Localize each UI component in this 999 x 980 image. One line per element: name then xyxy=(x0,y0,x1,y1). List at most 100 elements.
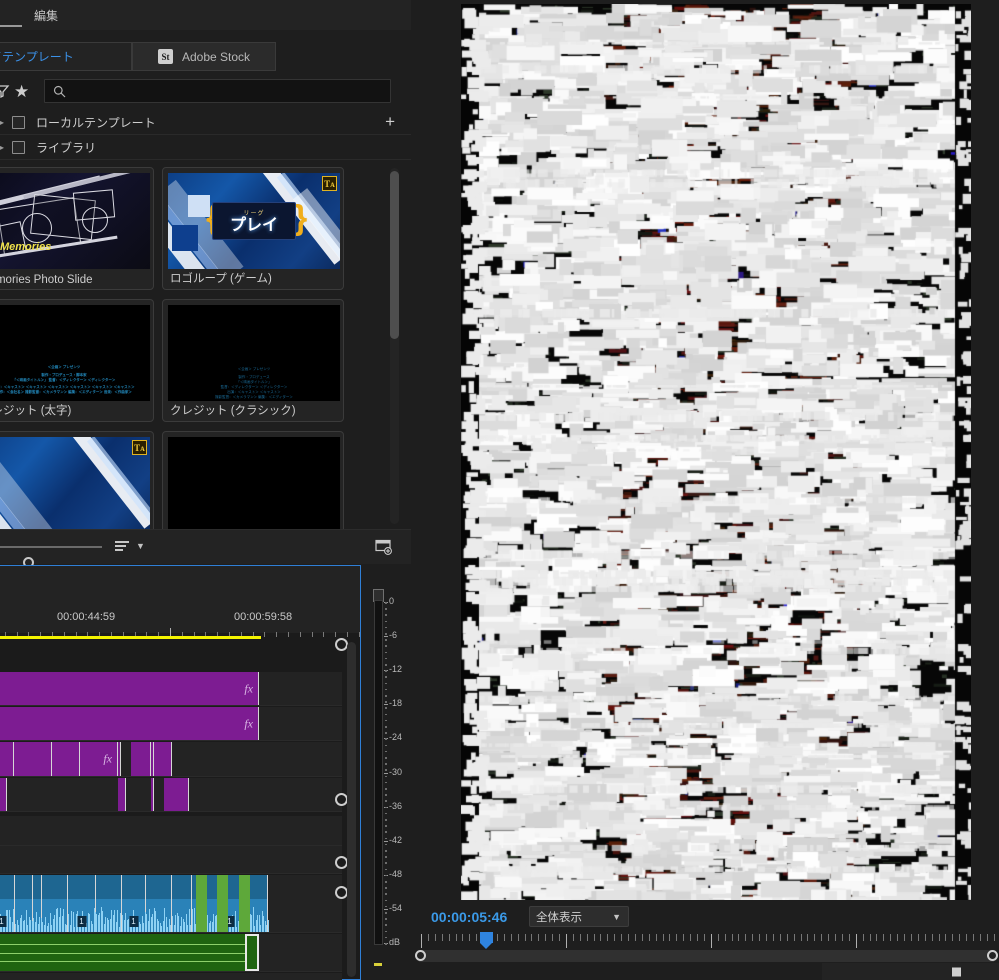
template-thumbnail: ＜企画＞ プレゼンツ 製作・プロデュース・脚本家 「＜映画タイトル＞」 監督：＜… xyxy=(0,305,150,401)
time-ruler-tick xyxy=(545,934,546,941)
program-monitor-time-ruler[interactable] xyxy=(419,932,994,950)
timeline-clip[interactable] xyxy=(0,778,7,811)
timeline-track[interactable]: 1111 xyxy=(0,875,342,933)
audio-meter-label: -24 xyxy=(389,732,402,742)
timeline-audio-clip[interactable] xyxy=(33,875,42,932)
timeline-work-area-bar[interactable] xyxy=(0,636,261,639)
timeline-audio-clip[interactable] xyxy=(0,934,245,971)
timeline-clip[interactable] xyxy=(0,742,14,776)
timeline-audio-clip[interactable]: 1 xyxy=(122,875,146,932)
template-card[interactable] xyxy=(162,431,344,529)
program-monitor-scrollbar[interactable] xyxy=(419,950,994,962)
template-card[interactable]: ＜企画＞ プレゼンツ 製作・プロデュース・脚本家 「＜映画タイトル＞」 監督：＜… xyxy=(0,299,154,422)
timeline-track[interactable]: fx xyxy=(0,742,342,777)
program-monitor-video[interactable] xyxy=(461,4,971,900)
timeline-clip[interactable]: fx xyxy=(0,707,259,740)
add-template-button[interactable]: + xyxy=(385,114,395,130)
timeline-tick xyxy=(359,632,360,637)
tree-item-libraries[interactable]: ▶ ライブラリ xyxy=(0,135,411,160)
time-ruler-tick xyxy=(994,934,995,941)
timeline-audio-clip[interactable]: 1 xyxy=(0,875,15,932)
timeline-ruler[interactable]: 00:00:44:59 00:00:59:58 xyxy=(0,566,360,633)
segment-adobe-stock[interactable]: St Adobe Stock xyxy=(132,42,276,71)
current-timecode[interactable]: 00:00:05:46 xyxy=(431,909,507,925)
timeline-clip[interactable]: fx xyxy=(0,672,259,705)
time-ruler-tick xyxy=(580,934,581,941)
time-ruler-tick xyxy=(835,934,836,941)
time-ruler-tick xyxy=(600,934,601,941)
zoom-level-select[interactable]: 全体表示 ▼ xyxy=(529,906,629,927)
timeline-track[interactable] xyxy=(0,973,342,980)
timeline-clip[interactable]: fx xyxy=(80,742,118,776)
segment-adobe-stock-label: Adobe Stock xyxy=(182,50,250,64)
scrollbar-handle-right[interactable] xyxy=(987,950,998,961)
template-card[interactable]: { } リーグ プレイ Tᴀ ロゴループ (ゲーム) xyxy=(162,167,344,290)
timeline-audio-clip-selected[interactable] xyxy=(245,934,259,971)
time-ruler-tick xyxy=(759,934,760,941)
template-grid-scrollbar[interactable] xyxy=(390,168,399,524)
audio-meter-dot xyxy=(385,720,387,722)
search-field-wrapper[interactable] xyxy=(44,79,391,103)
template-thumbnail: Tᴀ xyxy=(0,437,150,529)
timeline-clip[interactable] xyxy=(151,778,154,811)
timeline-track[interactable] xyxy=(0,846,342,874)
checkbox-libraries[interactable] xyxy=(12,141,25,154)
timeline-clip[interactable] xyxy=(154,742,172,776)
timeline-vertical-scrollbar[interactable] xyxy=(347,642,356,977)
timeline-audio-clip[interactable] xyxy=(239,875,250,932)
time-ruler-tick xyxy=(897,934,898,941)
audio-meter-label: -6 xyxy=(389,630,397,640)
timeline-audio-clip[interactable] xyxy=(15,875,33,932)
timeline-audio-clip[interactable]: 1 xyxy=(68,875,96,932)
audio-meter-label: 0 xyxy=(389,596,394,606)
timeline-clip[interactable] xyxy=(118,742,121,776)
audio-meter-dot xyxy=(385,931,387,933)
scrollbar-handle-left[interactable] xyxy=(415,950,426,961)
playhead[interactable] xyxy=(480,932,493,948)
thumbnail-size-slider[interactable] xyxy=(0,546,102,548)
chevron-right-icon[interactable]: ▶ xyxy=(0,118,6,127)
timeline-audio-clip[interactable] xyxy=(217,875,228,932)
filter-icon[interactable] xyxy=(0,83,10,99)
checkbox-local-templates[interactable] xyxy=(12,116,25,129)
timeline-audio-clip[interactable] xyxy=(96,875,122,932)
timeline-audio-clip[interactable] xyxy=(196,875,207,932)
timeline-audio-clip[interactable] xyxy=(172,875,192,932)
tab-browse[interactable]: 照 xyxy=(0,0,22,30)
chevron-down-icon[interactable]: ▼ xyxy=(136,541,145,551)
new-layer-icon[interactable] xyxy=(375,539,393,555)
timeline-track[interactable] xyxy=(0,816,342,846)
audio-meter-dot xyxy=(385,670,387,672)
timeline-track[interactable]: fx xyxy=(0,707,342,741)
timeline-clip[interactable] xyxy=(52,742,80,776)
time-ruler-tick xyxy=(766,934,767,941)
time-ruler-tick xyxy=(973,934,974,941)
audio-meters-panel[interactable]: 0 -6 -12 -18 -24 -30 -36 -42 -48 -54 dB xyxy=(362,565,410,980)
timeline-clip[interactable] xyxy=(164,778,189,811)
timeline-clip[interactable] xyxy=(118,778,126,811)
chevron-right-icon[interactable]: ▶ xyxy=(0,143,6,152)
timeline-track[interactable]: fx xyxy=(0,672,342,706)
timeline-track[interactable] xyxy=(0,778,342,812)
timeline-audio-clip[interactable] xyxy=(42,875,68,932)
template-card[interactable]: ＜企画＞ プレゼンツ 製作・プロデュース 「＜映画タイトル＞」 監督：＜ディレク… xyxy=(162,299,344,422)
timeline-clip[interactable] xyxy=(14,742,52,776)
timeline-clip[interactable] xyxy=(131,742,151,776)
segment-my-templates[interactable]: マイテンプレート xyxy=(0,42,132,71)
tab-edit[interactable]: 編集 xyxy=(30,0,68,30)
tree-item-local-templates[interactable]: ▶ ローカルテンプレート + xyxy=(0,110,411,135)
scrollbar-thumb[interactable] xyxy=(390,171,399,339)
star-icon[interactable]: ★ xyxy=(14,82,29,101)
audio-meter-label: -42 xyxy=(389,835,402,845)
timeline-track[interactable] xyxy=(0,934,342,972)
template-grid-scroll[interactable]: Memories Memories Photo Slide xyxy=(0,163,411,529)
timeline-audio-clip[interactable] xyxy=(146,875,172,932)
transport-mark-in-out-stop[interactable] xyxy=(945,963,967,980)
sort-menu-icon[interactable] xyxy=(114,539,131,553)
timeline-tracks[interactable]: fx fx fx 1 1 1 1 xyxy=(0,640,360,979)
timeline-panel[interactable]: 00:00:44:59 00:00:59:58 fx fx fx 1 1 1 1 xyxy=(0,565,361,980)
search-input[interactable] xyxy=(72,84,372,98)
template-card[interactable]: Memories Memories Photo Slide xyxy=(0,167,154,290)
template-card[interactable]: Tᴀ xyxy=(0,431,154,529)
audio-meter-dot xyxy=(385,701,387,703)
